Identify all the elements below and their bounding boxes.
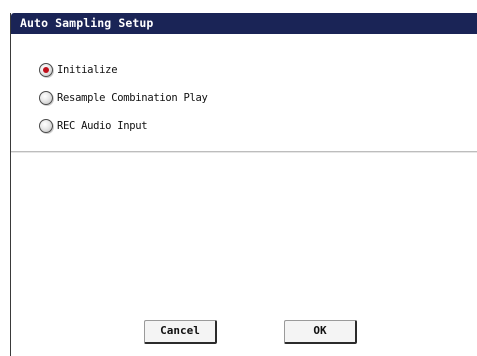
option-resample-label: Resample Combination Play	[57, 92, 208, 104]
radio-button[interactable]	[39, 119, 53, 133]
ok-button[interactable]: OK	[284, 320, 357, 344]
option-initialize-label: Initialize	[57, 64, 118, 76]
cancel-button[interactable]: Cancel	[144, 320, 217, 344]
option-resample-combination-play[interactable]: Resample Combination Play	[37, 89, 297, 109]
divider	[11, 151, 477, 153]
option-rec-audio-input[interactable]: REC Audio Input	[37, 117, 297, 137]
radio-button-selected[interactable]	[39, 63, 53, 77]
radio-selected-dot	[43, 67, 49, 73]
auto-sampling-setup-dialog: Auto Sampling Setup Initialize Resample …	[10, 13, 477, 356]
radio-button[interactable]	[39, 91, 53, 105]
dialog-titlebar: Auto Sampling Setup	[11, 13, 477, 34]
option-rec-audio-input-label: REC Audio Input	[57, 120, 148, 132]
dialog-title: Auto Sampling Setup	[20, 16, 154, 30]
option-initialize[interactable]: Initialize	[37, 61, 297, 81]
